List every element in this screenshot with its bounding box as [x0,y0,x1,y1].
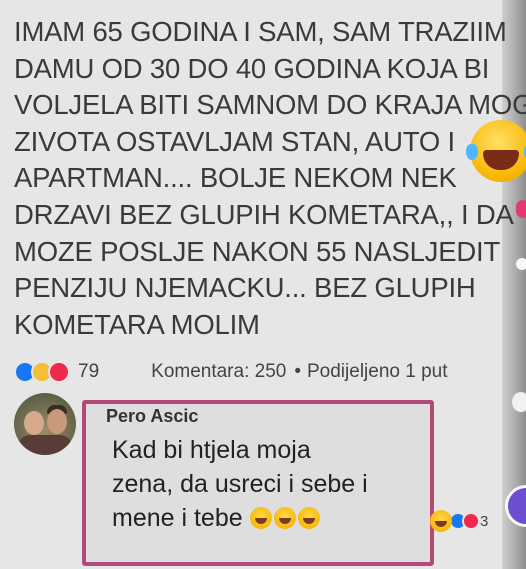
post-line: DAMU OD 30 DO 40 GODINA KOJA BI [14,52,490,84]
post-line: MOZE POSLJE NAKON 55 NASLJEDIT [14,235,501,267]
post-text: IMAM 65 GODINA I SAM, SAM TRAZIIM DAMU O… [14,14,526,343]
comment-text: Kad bi htjela moja zena, da usreci i seb… [112,433,432,535]
reaction-bar[interactable]: 79 Komentara: 250 • Podijeljeno 1 put [14,359,448,385]
comment-reaction-count: 3 [480,512,489,530]
shares-count[interactable]: Podijeljeno 1 put [307,361,448,383]
comment-line: Kad bi htjela moja [112,436,311,464]
post-line: IMAM 65 GODINA I SAM, SAM TRAZIIM [14,16,507,47]
reaction-count[interactable]: 79 [78,361,99,383]
comments-count[interactable]: Komentara: 250 [151,361,286,383]
comment-author[interactable]: Pero Ascic [106,406,198,427]
post-line: ZIVOTA OSTAVLJAM STAN, AUTO I [14,125,455,157]
post-line: VOLJELA BITI SAMNOM DO KRAJA MOG [14,89,526,121]
comment-line-3: mene i tebe [112,501,432,535]
post-line: PENZIJU NJEMACKU... BEZ GLUPIH [14,272,476,304]
post-line: KOMETARA MOLIM [14,308,260,340]
post-line: DRZAVI BEZ GLUPIH KOMETARA,, I DA [14,198,514,230]
reaction-icons [14,361,70,383]
laughing-emoji-icon [273,507,296,529]
separator: • [294,361,301,382]
laughing-emoji-icon [297,507,320,529]
edge-decoration [512,392,526,412]
love-icon [48,361,70,383]
post-line: APARTMAN.... BOLJE NEKOM NEK [14,162,457,194]
laughing-emoji-icon [249,507,272,529]
comment-line: zena, da usreci i sebe i [112,470,368,498]
pink-decoration [516,200,526,218]
avatar[interactable] [14,393,76,455]
edge-decoration [516,258,526,270]
comment-bubble: Pero Ascic Kad bi htjela moja zena, da u… [82,400,434,566]
love-icon [462,512,480,530]
laughing-crying-emoji-icon [466,120,526,182]
comment-reactions[interactable]: 3 [430,510,488,532]
comment-line: mene i tebe [112,504,243,532]
laughing-emoji-icon [430,510,452,532]
